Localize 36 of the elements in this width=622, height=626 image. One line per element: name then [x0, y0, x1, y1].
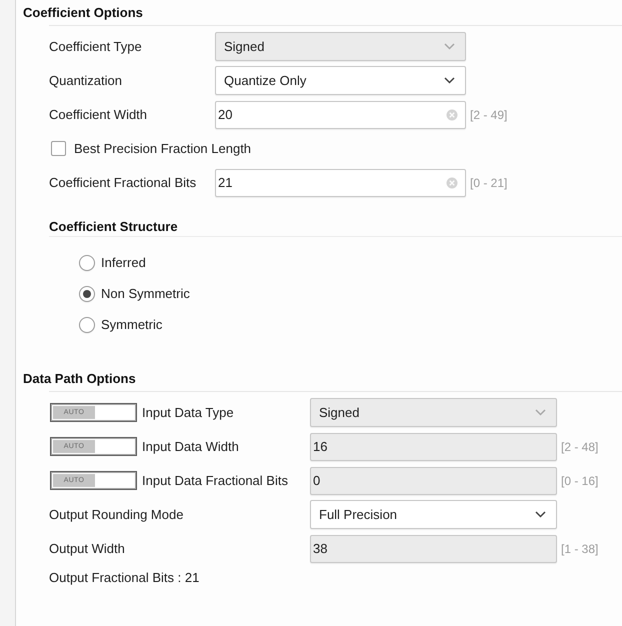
dropdown[interactable]: Quantize Only: [215, 66, 466, 95]
radio-label: Non Symmetric: [101, 286, 190, 301]
number-field[interactable]: 21: [215, 168, 466, 196]
field-label: Quantization: [49, 73, 122, 88]
range-hint: [0 - 21]: [469, 176, 508, 190]
section-title: Coefficient Options: [23, 5, 143, 20]
dropdown[interactable]: Full Precision: [310, 500, 557, 529]
range-hint: [0 - 16]: [560, 474, 600, 488]
clear-icon[interactable]: [446, 108, 458, 120]
number-field[interactable]: 20: [215, 100, 466, 128]
field-label: Input Data Width: [142, 439, 239, 454]
chevron-down-icon: [535, 511, 546, 518]
field-label: Output Rounding Mode: [49, 507, 184, 522]
range-hint: [2 - 48]: [560, 440, 600, 454]
chevron-down-icon: [535, 409, 546, 416]
radio-label: Inferred: [101, 255, 146, 270]
range-hint: [2 - 49]: [469, 108, 508, 122]
info-text: Output Fractional Bits : 21: [49, 570, 200, 584]
radio-button[interactable]: [79, 316, 95, 332]
checkbox[interactable]: [51, 141, 66, 156]
chevron-down-icon: [444, 43, 455, 50]
field-label: Coefficient Width: [49, 107, 148, 122]
subsection-title: Coefficient Structure: [49, 219, 178, 234]
radio-button[interactable]: [79, 254, 95, 270]
section-title: Data Path Options: [23, 371, 136, 386]
clear-icon[interactable]: [446, 176, 458, 188]
range-hint: [1 - 38]: [560, 542, 600, 556]
field-label: Coefficient Type: [49, 39, 142, 54]
field-label: Input Data Type: [142, 405, 234, 420]
field-label: Output Width: [49, 541, 125, 556]
field-label: Coefficient Fractional Bits: [49, 175, 196, 190]
radio-button[interactable]: [79, 286, 95, 302]
checkbox-label: Best Precision Fraction Length: [74, 141, 252, 156]
field-label: Input Data Fractional Bits: [142, 473, 288, 488]
chevron-down-icon: [444, 77, 455, 84]
radio-label: Symmetric: [101, 317, 162, 332]
